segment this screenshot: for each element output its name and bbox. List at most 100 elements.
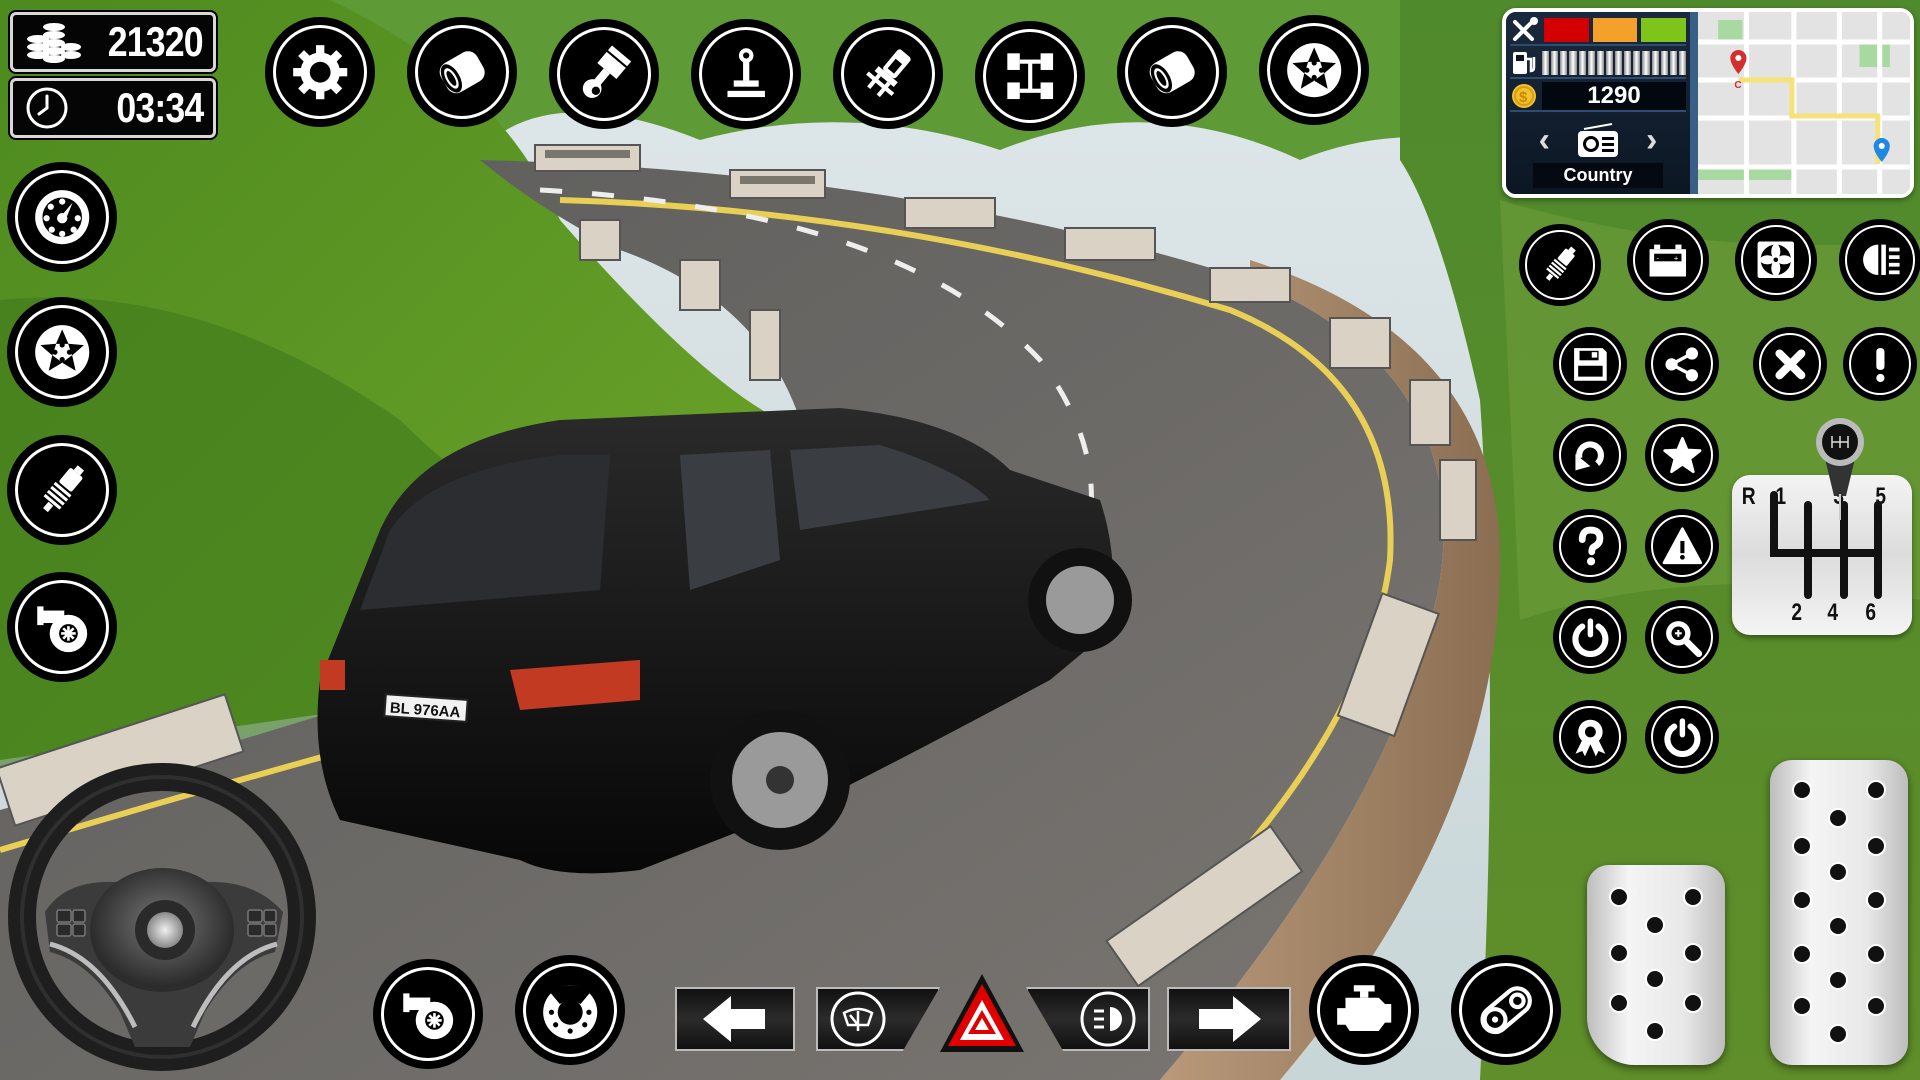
timing-belt-button[interactable]	[1454, 958, 1558, 1062]
fuel-segment	[1542, 51, 1550, 75]
save-button[interactable]	[1556, 330, 1624, 398]
zoom-button[interactable]	[1648, 603, 1716, 671]
award-ribbon-icon	[1575, 719, 1605, 757]
achievements-button[interactable]	[1556, 703, 1624, 771]
warning-button[interactable]	[1648, 512, 1716, 580]
battery-button[interactable]: - +	[1630, 222, 1706, 298]
fuel-segment	[1605, 51, 1613, 75]
pedal-grip-hole	[1609, 993, 1629, 1013]
engine-button[interactable]	[1312, 958, 1416, 1062]
start-marker: C	[1734, 80, 1741, 91]
spark-plug-icon	[42, 465, 84, 512]
turbo-button[interactable]	[376, 962, 480, 1066]
gear-knob[interactable]	[1812, 416, 1868, 520]
turbo-icon	[37, 606, 87, 652]
coins-value: 21320	[107, 18, 204, 65]
pedal-grip-hole	[1866, 890, 1886, 910]
arrow-left-icon	[703, 996, 765, 1042]
pedal-grip-hole	[1866, 836, 1886, 856]
pedal-grip-hole	[1792, 890, 1812, 910]
coins-panel: 21320	[10, 12, 216, 72]
wrench-icon	[1513, 17, 1538, 41]
hazard-button[interactable]	[938, 972, 1026, 1054]
fuel-segment	[1651, 51, 1659, 75]
left-indicator-button[interactable]	[675, 987, 795, 1051]
floppy-disk-icon	[1573, 347, 1607, 381]
pedal-grip-hole	[1866, 780, 1886, 800]
chassis-button[interactable]	[978, 24, 1082, 128]
fuel-segment	[1624, 51, 1632, 75]
gear-icon	[292, 44, 348, 100]
low-beam-icon	[1080, 991, 1136, 1047]
rim-left-button[interactable]	[10, 300, 114, 404]
radio-icon	[1578, 123, 1618, 157]
wheel-rim-icon	[34, 324, 90, 380]
brake-pedal[interactable]	[1587, 865, 1725, 1065]
damage-level-low	[1544, 18, 1589, 42]
wiper-icon	[830, 991, 886, 1047]
pedal-grip-hole	[1609, 887, 1629, 907]
svg-text:+: +	[1674, 254, 1679, 263]
share-icon	[1664, 346, 1698, 381]
share-button[interactable]	[1648, 330, 1716, 398]
radio-next-button[interactable]: ›	[1646, 121, 1657, 160]
money-value: 1290	[1542, 82, 1686, 110]
headlights-button[interactable]	[1842, 222, 1918, 298]
zoom-in-icon	[1665, 620, 1702, 657]
spark-plug-icon	[1546, 246, 1577, 282]
speedometer-button[interactable]	[10, 165, 114, 269]
power-icon	[1664, 717, 1700, 757]
belt-icon	[1480, 986, 1532, 1034]
power-icon	[1572, 617, 1608, 657]
brake-disc-icon	[542, 985, 598, 1040]
hazard-triangle-icon	[940, 974, 1024, 1052]
brake-disc-button[interactable]	[518, 958, 622, 1062]
damage-level-mid	[1592, 18, 1638, 42]
radiator-fan-button[interactable]	[1738, 222, 1814, 298]
fuel-segment	[1669, 51, 1677, 75]
pedal-grip-hole	[1792, 944, 1812, 964]
fuel-segment	[1660, 51, 1668, 75]
fuel-segment	[1642, 51, 1650, 75]
money-row: $ 1290	[1510, 82, 1686, 112]
help-button[interactable]	[1556, 512, 1624, 580]
power-2-button[interactable]	[1648, 703, 1716, 771]
steering-wheel[interactable]	[5, 762, 320, 1077]
pedal-grip-hole	[1792, 780, 1812, 800]
turbo-left-button[interactable]	[10, 575, 114, 679]
gearstick-button[interactable]	[694, 22, 798, 126]
wheel-rim-icon	[1286, 42, 1342, 98]
fuel-segment	[1633, 51, 1641, 75]
radio-prev-button[interactable]: ‹	[1539, 121, 1550, 160]
alert-button[interactable]	[1846, 330, 1914, 398]
speedometer-icon	[34, 189, 90, 245]
favorite-button[interactable]	[1648, 421, 1716, 489]
star-icon	[1662, 436, 1702, 473]
tire-button[interactable]	[410, 20, 514, 124]
minimap[interactable]: C	[1698, 12, 1910, 194]
damage-level-high	[1641, 18, 1687, 42]
tire-icon	[1149, 50, 1195, 93]
close-button[interactable]	[1756, 330, 1824, 398]
fuel-segment	[1578, 51, 1586, 75]
fuel-segment	[1678, 51, 1686, 75]
rim-button[interactable]	[1262, 18, 1366, 122]
pedal-grip-hole	[1645, 915, 1665, 935]
engine-piston-button[interactable]	[552, 22, 656, 126]
fuel-segment	[1615, 51, 1623, 75]
fuel-segment	[1569, 51, 1577, 75]
headlight-bulb-button[interactable]	[836, 22, 940, 126]
pedal-grip-hole	[1792, 836, 1812, 856]
reset-button[interactable]	[1556, 421, 1624, 489]
settings-button[interactable]	[268, 20, 372, 124]
pedal-grip-hole	[1866, 944, 1886, 964]
tire-2-button[interactable]	[1120, 20, 1224, 124]
pedal-grip-hole	[1792, 996, 1812, 1016]
spark-plug-button[interactable]	[1522, 227, 1598, 303]
vehicle-dashboard: $ 1290 ‹ › Country C	[1502, 8, 1914, 198]
fuel-segment	[1596, 51, 1604, 75]
right-indicator-button[interactable]	[1167, 987, 1291, 1051]
power-button[interactable]	[1556, 603, 1624, 671]
spark-plug-left-button[interactable]	[10, 438, 114, 542]
accelerator-pedal[interactable]	[1770, 760, 1908, 1065]
